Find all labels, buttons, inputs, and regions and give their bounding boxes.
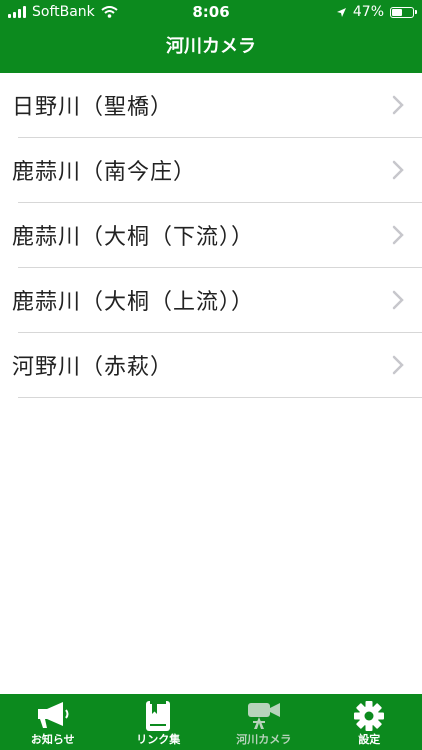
list-item-label: 鹿蒜川（大桐（下流））: [12, 225, 255, 250]
location-icon: [336, 7, 346, 17]
book-icon: [146, 701, 171, 731]
tab-bar: お知らせ リンク集 河川カメラ 設定: [0, 694, 422, 750]
tab-settings[interactable]: 設定: [317, 694, 422, 750]
chevron-right-icon: [392, 290, 404, 310]
chevron-right-icon: [392, 355, 404, 375]
list-item-label: 河野川（赤萩）: [12, 355, 174, 380]
tab-label: お知らせ: [30, 733, 75, 746]
battery-percent: 47%: [352, 4, 384, 20]
tab-label: リンク集: [136, 733, 181, 746]
battery-fill: [392, 8, 403, 16]
status-right: 47%: [336, 4, 417, 20]
battery-icon: [390, 6, 417, 18]
app-header: SoftBank 8:06 47% 河川カメラ: [0, 0, 422, 73]
video-camera-icon: [247, 703, 280, 729]
list-item-label: 鹿蒜川（大桐（上流））: [12, 290, 255, 315]
chevron-right-icon: [392, 225, 404, 245]
tab-label: 河川カメラ: [236, 733, 292, 746]
page-title: 河川カメラ: [166, 36, 256, 57]
chevron-right-icon: [392, 95, 404, 115]
list-item[interactable]: 河野川（赤萩）: [12, 333, 422, 398]
list-item[interactable]: 鹿蒜川（大桐（下流））: [12, 203, 422, 268]
list-item[interactable]: 鹿蒜川（南今庄）: [12, 138, 422, 203]
gear-icon: [354, 701, 385, 731]
status-bar: SoftBank 8:06 47%: [0, 0, 422, 24]
list-item-label: 日野川（聖橋）: [12, 95, 174, 120]
tab-links[interactable]: リンク集: [106, 694, 212, 750]
list-item[interactable]: 日野川（聖橋）: [12, 73, 422, 138]
megaphone-icon: [37, 702, 69, 728]
tab-river-camera[interactable]: 河川カメラ: [211, 694, 317, 750]
list-item-label: 鹿蒜川（南今庄）: [12, 160, 197, 185]
tab-label: 設定: [358, 733, 381, 746]
tab-news[interactable]: お知らせ: [0, 694, 106, 750]
list-item[interactable]: 鹿蒜川（大桐（上流））: [12, 268, 422, 333]
chevron-right-icon: [392, 160, 404, 180]
camera-list: 日野川（聖橋） 鹿蒜川（南今庄） 鹿蒜川（大桐（下流）） 鹿蒜川（大桐（上流））…: [0, 73, 422, 398]
